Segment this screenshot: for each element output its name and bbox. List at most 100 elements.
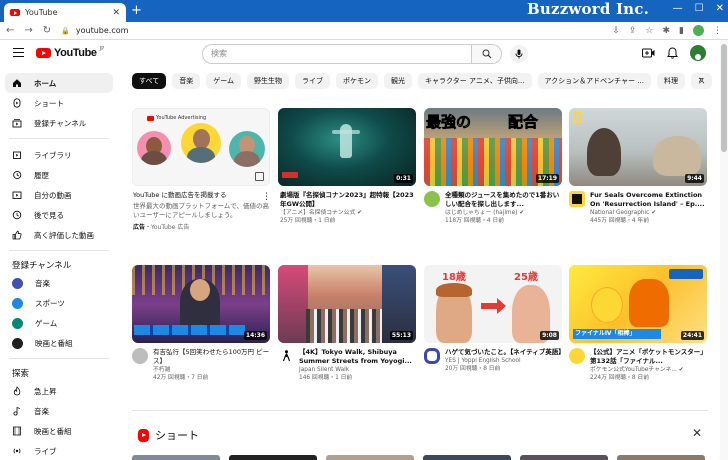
channel-avatar[interactable] — [569, 348, 585, 364]
extensions-icon[interactable]: ✱ — [663, 26, 671, 36]
channel-name[interactable]: 【アニメ】名探偵コナン公式 ✔ — [280, 209, 418, 217]
address-bar[interactable]: 🔒 youtube.com — [61, 26, 602, 35]
bookmark-star-icon[interactable]: ☆ — [645, 26, 653, 36]
browser-profile-icon[interactable] — [693, 25, 704, 36]
channel-avatar[interactable] — [569, 191, 585, 207]
short-thumbnail[interactable] — [520, 455, 608, 460]
video-thumbnail[interactable]: ファイナルⅣ「相棒」 24:41 — [569, 265, 707, 343]
video-thumbnail[interactable]: 最強の 配合 17:19 — [424, 108, 562, 186]
more-options-icon[interactable]: ⋮ — [262, 192, 271, 202]
install-icon[interactable]: ⇩ — [612, 26, 620, 36]
channel-name[interactable]: National Geographic ✔ — [590, 209, 707, 217]
video-thumbnail[interactable]: 18歳 25歳 9:08 — [424, 265, 562, 343]
channel-name[interactable]: 不朽雑 — [153, 366, 270, 374]
back-icon[interactable]: ← — [6, 25, 14, 36]
channel-avatar[interactable] — [424, 348, 440, 364]
external-link-icon[interactable] — [255, 172, 264, 181]
video-title[interactable]: 【公式】アニメ「ポケットモンスター」第132話「ファイナル... — [590, 348, 707, 366]
video-title[interactable]: Fur Seals Overcome Extinction On 'Resurr… — [590, 191, 707, 209]
short-thumbnail[interactable] — [132, 455, 220, 460]
sidebar-item-liked[interactable]: 高く評価した動画 — [5, 225, 113, 245]
short-thumbnail[interactable] — [617, 455, 705, 460]
music-note-icon — [12, 406, 22, 416]
video-title[interactable]: 全種類のジュースを集めたので1番おいしい配合を探し出します... — [445, 191, 562, 209]
menu-icon[interactable] — [13, 48, 24, 57]
video-title[interactable]: ハゲて気づいたこと。【ネイティブ英語】 — [445, 348, 562, 357]
new-tab-button[interactable]: + — [131, 4, 142, 18]
maximize-button[interactable]: ☐ — [695, 3, 704, 14]
sidepanel-icon[interactable]: ▮ — [679, 26, 684, 36]
channel-name[interactable]: YES | Yoppi English School — [445, 357, 562, 365]
sidebar-item-trending[interactable]: 急上昇 — [5, 381, 113, 401]
video-title[interactable]: 劇場版『名探偵コナン2023』超特報【2023年GW公開】 — [280, 191, 418, 209]
short-thumbnail[interactable] — [326, 455, 414, 460]
chip-pokemon[interactable]: ポケモン — [336, 73, 379, 89]
minimize-button[interactable]: — — [673, 3, 683, 14]
chip-all[interactable]: すべて — [132, 73, 167, 89]
chip-gaming[interactable]: ゲーム — [206, 73, 242, 89]
sidebar-item-watch-later[interactable]: 後で見る — [5, 205, 113, 225]
sidebar-item-home[interactable]: ホーム — [5, 73, 113, 93]
sidebar-item-music[interactable]: 音楽 — [5, 401, 113, 421]
channel-name[interactable]: Japan Silent Walk — [299, 366, 416, 374]
channel-name[interactable]: はじめしゃちょー (hajime) ✔ — [445, 209, 562, 217]
share-icon[interactable]: ⇪ — [629, 26, 637, 36]
video-thumbnail[interactable]: 0:31 — [278, 108, 416, 186]
video-thumbnail[interactable]: 14:36 — [132, 265, 270, 343]
search-button[interactable] — [471, 45, 501, 63]
video-thumbnail[interactable]: 9:44 — [569, 108, 707, 186]
video-title[interactable]: 【4K】Tokyo Walk, Shibuya Summer Streets f… — [299, 348, 416, 366]
subscriptions-icon — [12, 118, 22, 128]
youtube-logo[interactable]: YouTube JP — [36, 46, 104, 59]
sidebar-channel-music[interactable]: 音楽 — [5, 273, 113, 293]
short-thumbnail[interactable] — [423, 455, 511, 460]
tab-close-icon[interactable]: ✕ — [112, 8, 120, 18]
short-thumbnail[interactable] — [229, 455, 317, 460]
browser-tab[interactable]: YouTube ✕ — [4, 3, 126, 22]
sidebar-item-movies[interactable]: 映画と番組 — [5, 421, 113, 441]
browser-titlebar: YouTube ✕ + Buzzword Inc. — ☐ ✕ — [0, 0, 728, 22]
create-video-icon[interactable] — [642, 48, 655, 58]
close-icon[interactable]: ✕ — [692, 426, 702, 440]
chip-live[interactable]: ライブ — [295, 73, 331, 89]
chip-music[interactable]: 音楽 — [172, 73, 201, 89]
sidebar-channel-sports[interactable]: スポーツ — [5, 293, 113, 313]
sidebar-item-shorts[interactable]: ショート — [5, 93, 113, 113]
live-icon — [12, 446, 22, 456]
url-text: youtube.com — [75, 26, 129, 35]
video-thumbnail[interactable]: 55:13 — [278, 265, 416, 343]
reload-icon[interactable]: ↻ — [43, 25, 51, 36]
browser-menu-icon[interactable]: ⋮ — [713, 26, 722, 36]
search-box[interactable]: 検索 — [202, 44, 502, 64]
chip-wildlife[interactable]: 野生生物 — [247, 73, 290, 89]
sidebar-item-label: 映画と番組 — [35, 338, 73, 348]
account-avatar[interactable] — [690, 45, 706, 61]
sidebar-channel-movies[interactable]: 映画と番組 — [5, 333, 113, 353]
ad-title[interactable]: YouTube に動画広告を掲載する — [133, 191, 271, 200]
sidebar-item-history[interactable]: 履歴 — [5, 165, 113, 185]
sidebar-channel-gaming[interactable]: ゲーム — [5, 313, 113, 333]
window-controls: — ☐ ✕ — [673, 3, 724, 14]
channel-name[interactable]: ポケモン公式YouTubeチャンネ... ✔ — [590, 366, 707, 374]
scrollbar-thumb[interactable] — [721, 44, 727, 152]
chip-cooking[interactable]: 料理 — [657, 73, 685, 89]
chip-action-adventure[interactable]: アクション＆アドベンチャー ... — [537, 73, 651, 89]
forward-icon[interactable]: → — [24, 25, 32, 36]
chevron-right-icon[interactable]: › — [698, 73, 702, 86]
search-input[interactable]: 検索 — [203, 45, 471, 63]
sidebar-item-live[interactable]: ライブ — [5, 441, 113, 460]
chip-character-anime[interactable]: キャラクター アニメ、子供向... — [418, 73, 532, 89]
notifications-bell-icon[interactable] — [667, 47, 678, 59]
close-window-button[interactable]: ✕ — [716, 3, 724, 14]
video-title[interactable]: 有吉弘行【5回笑わせたら100万円 ピース】 — [153, 348, 270, 366]
ad-thumbnail[interactable]: YouTube Advertising — [132, 108, 270, 186]
channel-avatar[interactable] — [424, 191, 440, 207]
channel-avatar — [12, 337, 23, 349]
voice-search-button[interactable] — [510, 45, 528, 63]
sidebar-item-library[interactable]: ライブラリ — [5, 145, 113, 165]
sidebar-item-subscriptions[interactable]: 登録チャンネル — [5, 113, 113, 133]
channel-avatar[interactable] — [132, 348, 148, 364]
walker-avatar-icon[interactable] — [278, 348, 294, 364]
sidebar-item-my-videos[interactable]: 自分の動画 — [5, 185, 113, 205]
chip-sightseeing[interactable]: 観光 — [384, 73, 413, 89]
